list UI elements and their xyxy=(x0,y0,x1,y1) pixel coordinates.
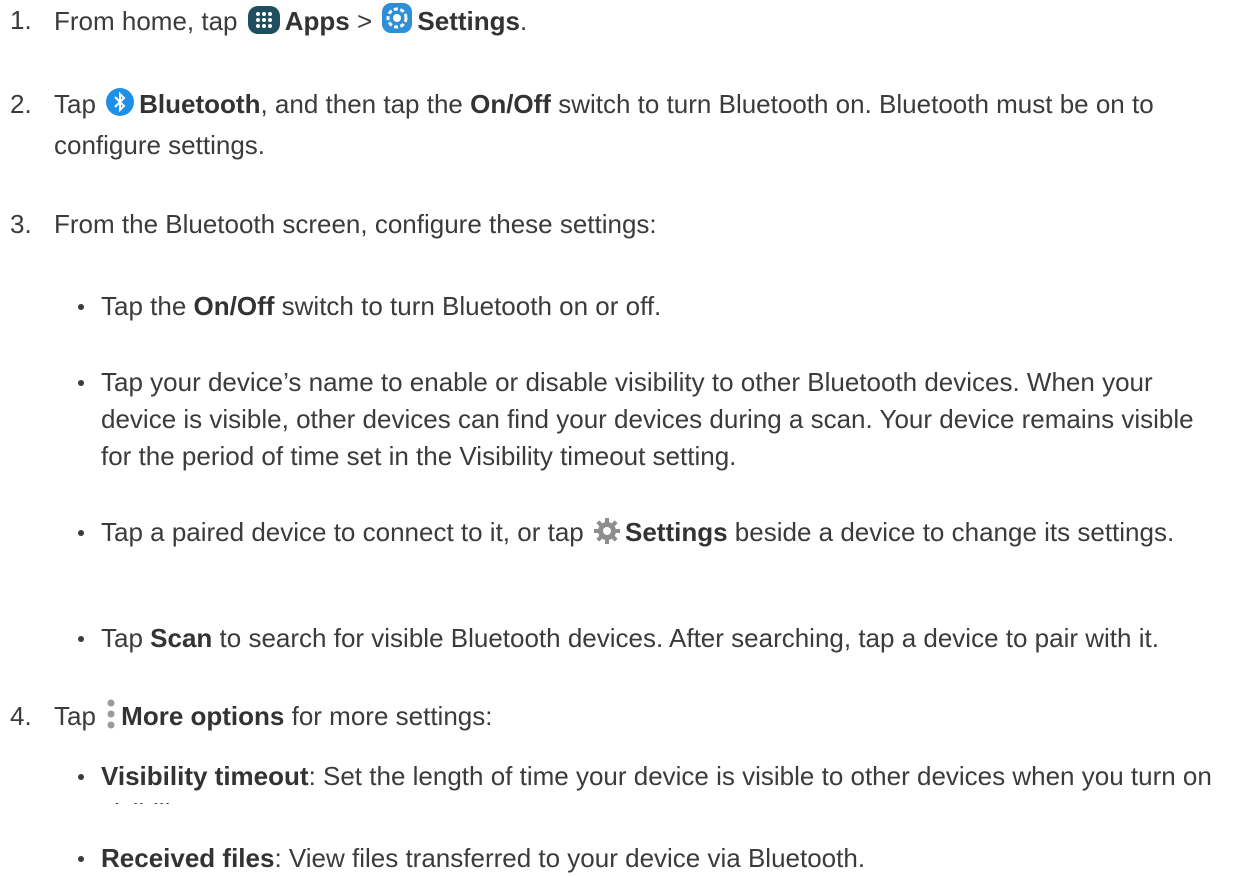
list-item-text: Tap your device’s name to enable or disa… xyxy=(101,367,1194,471)
list-item-pre: Tap the xyxy=(101,291,187,321)
step-text: Tap Bluetooth, and then tap the On/Off s… xyxy=(54,86,1249,164)
scan-label: Scan xyxy=(150,623,213,653)
step-text: From home, tap Apps > Settings. xyxy=(54,2,1249,44)
step-number: 4. xyxy=(10,701,32,731)
step-text: From the Bluetooth screen, configure the… xyxy=(54,209,657,239)
more-options-icon xyxy=(105,699,117,739)
settings-label: Settings xyxy=(417,6,520,36)
more-options-label: More options xyxy=(121,701,285,731)
on-off-label: On/Off xyxy=(470,89,551,119)
separator: > xyxy=(356,6,373,36)
list-item-text: Tap the On/Off switch to turn Bluetooth … xyxy=(101,288,1231,325)
bluetooth-label: Bluetooth xyxy=(139,89,261,119)
list-item-post: beside a device to change its settings. xyxy=(734,517,1175,547)
on-off-label: On/Off xyxy=(193,291,275,321)
step-number: 2. xyxy=(10,89,32,119)
bullet-dot xyxy=(78,636,84,642)
step-number: 3. xyxy=(10,209,32,239)
bluetooth-icon xyxy=(105,87,135,127)
list-item-post: to search for visible Bluetooth devices.… xyxy=(219,623,1159,653)
step-number: 1. xyxy=(10,5,32,35)
step-text-pre: Tap xyxy=(54,89,96,119)
visibility-timeout-label: Visibility timeout xyxy=(101,761,309,791)
list-item-text: Tap a paired device to connect to it, or… xyxy=(101,514,1231,555)
list-item: Visibility timeout: Set the length of ti… xyxy=(0,758,1255,804)
list-item-pre: Tap xyxy=(101,623,143,653)
list-item-post: switch to turn Bluetooth on or off. xyxy=(281,291,662,321)
list-item-text: Visibility timeout: Set the length of ti… xyxy=(101,758,1231,804)
gear-icon xyxy=(593,517,621,555)
bullet-dot xyxy=(78,380,84,386)
apps-label: Apps xyxy=(284,6,350,36)
step-text: Tap More options for more settings: xyxy=(54,698,1249,739)
received-files-label: Received files xyxy=(101,843,275,873)
step-text-pre: From home, tap xyxy=(54,6,238,36)
step-text-pre: Tap xyxy=(54,701,96,731)
list-item-text: Tap Scan to search for visible Bluetooth… xyxy=(101,620,1231,657)
settings-gear-icon xyxy=(381,2,413,44)
apps-grid-icon xyxy=(247,6,281,44)
step-text-post: . xyxy=(519,6,528,36)
settings-label: Settings xyxy=(624,517,728,547)
step-text-post: for more settings: xyxy=(291,701,493,731)
bullet-dot xyxy=(78,530,84,536)
list-item-pre: Tap a paired device to connect to it, or… xyxy=(101,517,584,547)
list-item-post: : View files transferred to your device … xyxy=(274,843,866,873)
bullet-dot xyxy=(78,304,84,310)
step-text-mid: , and then tap the xyxy=(260,89,463,119)
list-item-text: Received files: View files transferred t… xyxy=(101,840,1231,877)
bullet-dot xyxy=(78,774,84,780)
bullet-dot xyxy=(78,856,84,862)
